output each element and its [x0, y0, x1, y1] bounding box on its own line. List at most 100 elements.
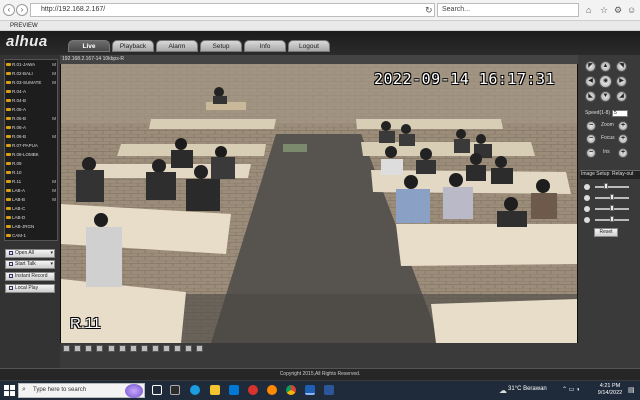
- camera-stream-flag: M: [52, 116, 56, 121]
- camera-list[interactable]: R.01-JAWA M R.02-BALI M R.03-SUMATE M R.04-A R.…: [4, 59, 58, 241]
- speed-select[interactable]: 5: [612, 110, 628, 117]
- camera-list-item[interactable]: LAB-A M: [6, 187, 56, 195]
- address-bar[interactable]: http://192.168.2.167/: [30, 3, 435, 17]
- focus-out-button[interactable]: −: [586, 134, 596, 144]
- start-talk-button[interactable]: Start Talk ▾: [5, 260, 55, 269]
- local-play-button[interactable]: Local Play: [5, 284, 55, 293]
- tab-setup[interactable]: Setup: [200, 40, 242, 52]
- record-icon[interactable]: [196, 345, 203, 352]
- footer-copyright: Copyright 2015,All Rights Reserved.: [0, 368, 640, 380]
- layout-8-icon[interactable]: [108, 345, 115, 352]
- layout-13-icon[interactable]: [130, 345, 137, 352]
- refresh-icon[interactable]: ↻: [425, 4, 433, 16]
- contrast-slider-knob[interactable]: [610, 194, 614, 200]
- layout-25-icon[interactable]: [163, 345, 170, 352]
- cortana-icon[interactable]: [125, 384, 143, 398]
- camera-list-item[interactable]: R.05-A: [6, 106, 56, 114]
- camera-list-item[interactable]: LAB-B M: [6, 196, 56, 204]
- layout-1-icon[interactable]: [63, 345, 70, 352]
- camera-icon: [6, 134, 11, 138]
- camera-list-item[interactable]: LAB-C: [6, 205, 56, 213]
- focus-in-button[interactable]: +: [618, 134, 628, 144]
- tab-info[interactable]: Info: [244, 40, 286, 52]
- tab-alarm[interactable]: Alarm: [156, 40, 198, 52]
- relay-out-tab[interactable]: Relay-out: [612, 171, 633, 177]
- notification-icon[interactable]: ▤: [628, 386, 635, 394]
- camera-list-item[interactable]: R.06-A: [6, 124, 56, 132]
- snapshot-icon[interactable]: [185, 345, 192, 352]
- task-view-icon[interactable]: [152, 385, 162, 395]
- camera-list-item[interactable]: R.09: [6, 160, 56, 168]
- home-icon[interactable]: ⌂: [586, 4, 591, 16]
- windows-start-icon[interactable]: [4, 385, 15, 396]
- ptz-up-left-icon[interactable]: ◤: [585, 61, 596, 72]
- camera-list-item[interactable]: R.08-LOMBK: [6, 151, 56, 159]
- ptz-up-right-icon[interactable]: ◥: [616, 61, 627, 72]
- edge-icon[interactable]: [190, 385, 200, 395]
- tab-playback[interactable]: Playback: [112, 40, 154, 52]
- chrome-icon[interactable]: [286, 385, 296, 395]
- internet-explorer-icon[interactable]: [305, 385, 315, 395]
- browser-tab-preview[interactable]: PREVIEW: [0, 21, 38, 31]
- ptz-up-icon[interactable]: ▲: [600, 61, 611, 72]
- word-icon[interactable]: [324, 385, 334, 395]
- ptz-left-icon[interactable]: ◀: [585, 76, 596, 87]
- store-icon[interactable]: [229, 385, 239, 395]
- brightness-slider-knob[interactable]: [604, 183, 608, 189]
- firefox-icon[interactable]: [267, 385, 277, 395]
- file-explorer-icon[interactable]: [210, 385, 220, 395]
- zoom-in-button[interactable]: +: [618, 121, 628, 131]
- ptz-down-left-icon[interactable]: ◣: [585, 91, 596, 102]
- network-icon[interactable]: ⌃ ▭ ◑: [562, 386, 580, 393]
- camera-list-item[interactable]: R.01-JAWA M: [6, 61, 56, 69]
- layout-4-icon[interactable]: [74, 345, 81, 352]
- favorites-icon[interactable]: ☆: [600, 4, 608, 16]
- widgets-icon[interactable]: [170, 385, 180, 395]
- iris-open-button[interactable]: +: [618, 148, 628, 158]
- camera-list-item[interactable]: R.02-BALI M: [6, 70, 56, 78]
- layout-6-icon[interactable]: [96, 345, 103, 352]
- camera-list-item[interactable]: CAM-1: [6, 232, 56, 240]
- brightness-slider[interactable]: [595, 186, 629, 188]
- live-video-feed[interactable]: [61, 64, 577, 343]
- camera-list-item[interactable]: R.07-PAPUA: [6, 142, 56, 150]
- layout-9-icon[interactable]: [119, 345, 126, 352]
- layout-20-icon[interactable]: [152, 345, 159, 352]
- camera-list-item[interactable]: R.06-B M: [6, 133, 56, 141]
- camera-list-item[interactable]: LAB-JRGN: [6, 223, 56, 231]
- image-setup-title[interactable]: Image Setup: [581, 171, 609, 177]
- camera-list-item[interactable]: R.05-B M: [6, 115, 56, 123]
- ptz-right-icon[interactable]: ▶: [616, 76, 627, 87]
- forward-icon[interactable]: ›: [16, 4, 28, 16]
- ptz-down-right-icon[interactable]: ◢: [616, 91, 627, 102]
- camera-list-item[interactable]: LAB-D: [6, 214, 56, 222]
- tab-logout[interactable]: Logout: [288, 40, 330, 52]
- saturation-slider-knob[interactable]: [610, 205, 614, 211]
- feedback-icon[interactable]: ☺: [627, 4, 636, 16]
- hue-slider-knob[interactable]: [610, 216, 614, 222]
- iris-close-button[interactable]: −: [586, 148, 596, 158]
- reset-button[interactable]: Reset: [594, 228, 618, 237]
- tab-live[interactable]: Live: [68, 40, 110, 52]
- app-red-icon[interactable]: [248, 385, 258, 395]
- zoom-out-button[interactable]: −: [586, 121, 596, 131]
- camera-list-item[interactable]: R.10: [6, 169, 56, 177]
- weather-status[interactable]: 31°C Berawan: [508, 386, 547, 392]
- camera-icon: [6, 98, 11, 102]
- camera-list-item[interactable]: R.03-SUMATE M: [6, 79, 56, 87]
- camera-list-item[interactable]: R.11 M: [6, 178, 56, 186]
- ptz-center-icon[interactable]: ◉: [599, 75, 612, 88]
- back-icon[interactable]: ‹: [3, 4, 15, 16]
- layout-36-icon[interactable]: [174, 345, 181, 352]
- ptz-down-icon[interactable]: ▼: [600, 91, 611, 102]
- camera-label: R.07-PAPUA: [12, 143, 38, 148]
- browser-search-input[interactable]: Search...: [437, 3, 579, 17]
- open-all-button[interactable]: Open All ▾: [5, 249, 55, 258]
- layout-16-icon[interactable]: [141, 345, 148, 352]
- taskbar-clock[interactable]: 4:21 PM 9/14/2022: [596, 383, 624, 397]
- fullscreen-icon[interactable]: [85, 345, 92, 352]
- instant-record-button[interactable]: Instant Record: [5, 272, 55, 281]
- settings-icon[interactable]: ⚙: [614, 4, 622, 16]
- camera-list-item[interactable]: R.04-B: [6, 97, 56, 105]
- camera-list-item[interactable]: R.04-A: [6, 88, 56, 96]
